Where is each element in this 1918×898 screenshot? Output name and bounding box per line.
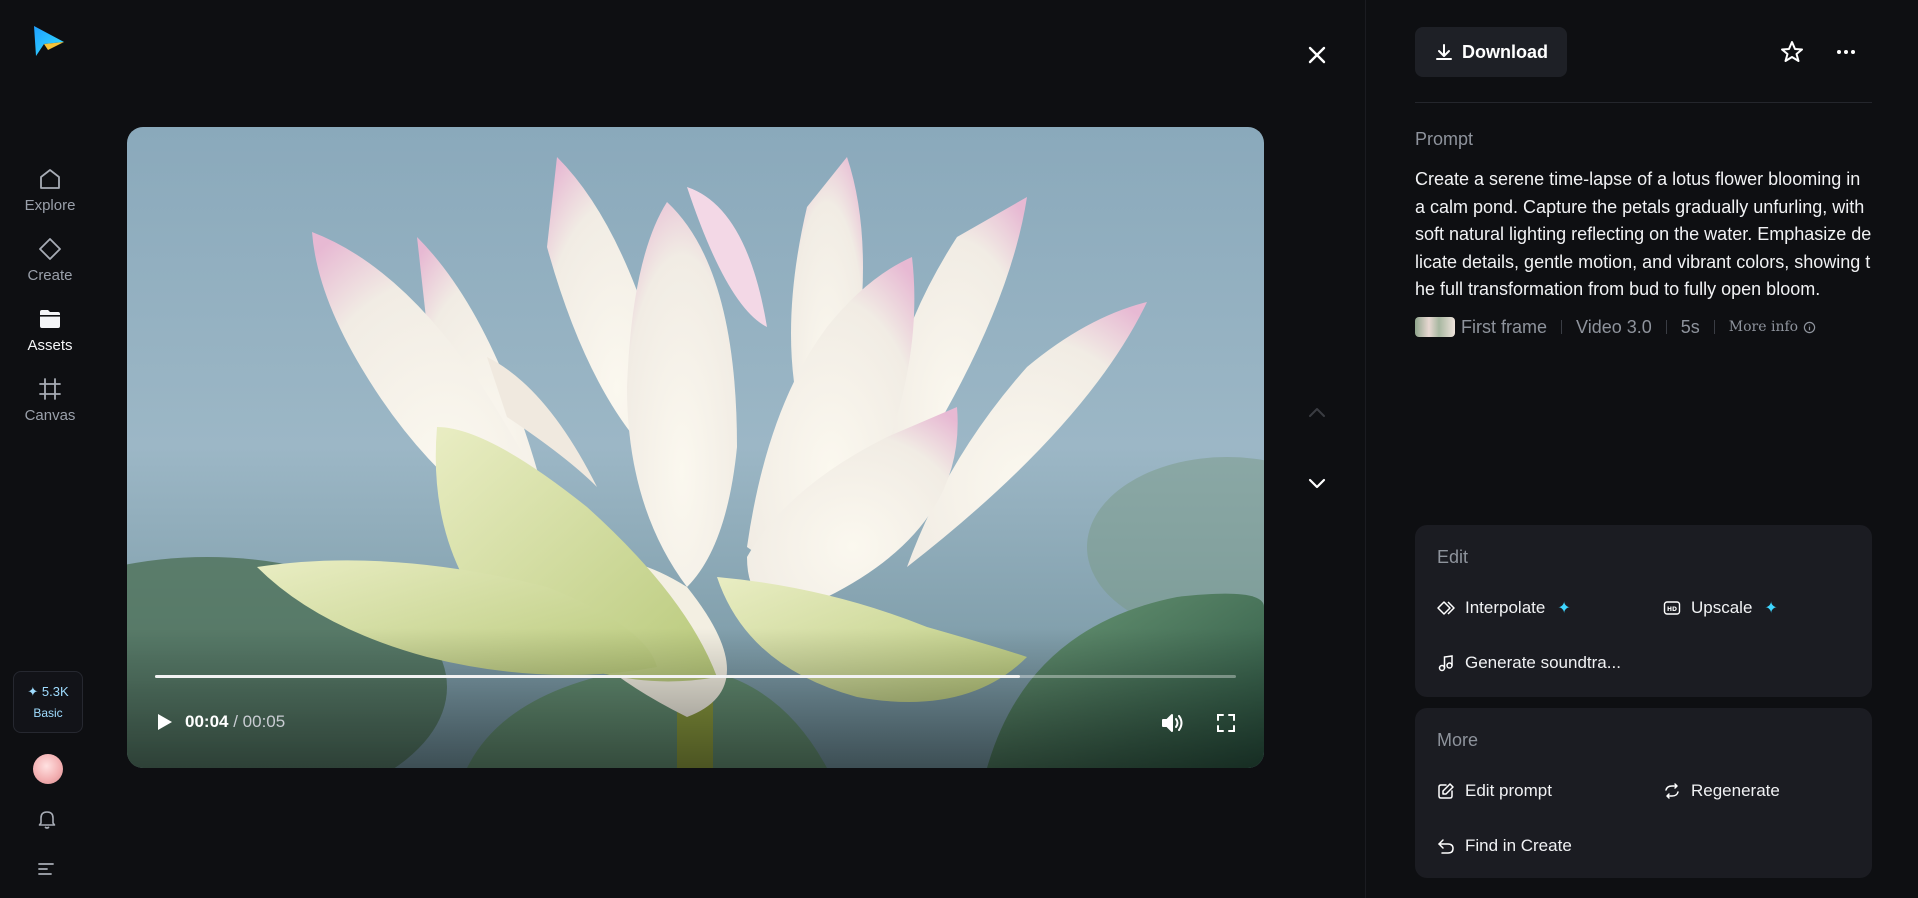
first-frame-label[interactable]: First frame — [1461, 317, 1547, 338]
generate-soundtrack-button[interactable]: Generate soundtra... — [1437, 650, 1621, 676]
edit-prompt-icon — [1438, 783, 1454, 799]
canvas-icon — [39, 378, 61, 400]
video-time: 00:04 / 00:05 — [185, 712, 285, 732]
controls-overlay — [127, 628, 1264, 768]
video-progress-bar[interactable] — [155, 675, 1236, 678]
download-label: Download — [1462, 41, 1548, 62]
music-note-icon — [1438, 655, 1453, 672]
return-arrow-icon — [1438, 839, 1454, 854]
sparkle-icon: ✦ — [1557, 600, 1571, 617]
video-player[interactable]: 00:04 / 00:05 — [127, 127, 1264, 768]
sidebar-item-create[interactable]: Create — [10, 236, 90, 296]
avatar[interactable] — [33, 754, 63, 784]
edit-prompt-button[interactable]: Edit prompt — [1437, 778, 1552, 804]
video-progress-fill — [155, 675, 1020, 678]
duration-label: 5s — [1680, 316, 1700, 337]
download-button[interactable]: Download — [1415, 27, 1567, 77]
find-in-create-label: Find in Create — [1465, 836, 1572, 855]
download-icon — [1436, 44, 1452, 60]
folder-icon — [40, 310, 60, 328]
regenerate-label: Regenerate — [1691, 781, 1780, 800]
sidebar-item-label: Explore — [24, 197, 76, 214]
upscale-label: Upscale — [1691, 598, 1753, 617]
info-icon — [1803, 321, 1816, 333]
more-info-label: More info — [1728, 319, 1799, 335]
play-icon[interactable] — [153, 711, 175, 733]
sidebar-item-explore[interactable]: Explore — [10, 166, 90, 226]
edit-card: Edit Interpolate ✦ HD Upscale ✦ Generate… — [1415, 525, 1872, 697]
bell-icon[interactable] — [36, 808, 58, 830]
meta-separator — [1713, 320, 1715, 334]
first-frame-thumbnail[interactable] — [1415, 317, 1455, 337]
plan-label: Basic — [33, 706, 63, 720]
panel-divider — [1365, 0, 1366, 898]
current-time: 00:04 — [185, 712, 229, 731]
app-logo[interactable] — [30, 24, 66, 60]
home-icon — [40, 169, 60, 189]
star-icon[interactable] — [1779, 39, 1805, 65]
find-in-create-button[interactable]: Find in Create — [1437, 833, 1572, 859]
diamond-icon — [39, 238, 61, 260]
menu-icon[interactable] — [36, 860, 58, 878]
interpolate-icon — [1437, 601, 1455, 615]
sidebar-item-assets[interactable]: Assets — [10, 306, 90, 366]
more-info-link[interactable]: More info — [1729, 319, 1816, 335]
interpolate-label: Interpolate — [1465, 598, 1546, 617]
interpolate-button[interactable]: Interpolate ✦ — [1437, 595, 1571, 621]
generation-meta: First frame Video 3.0 5s More info — [1415, 315, 1816, 339]
credits-amount: ✦ 5.3K — [27, 684, 69, 699]
more-title: More — [1437, 730, 1479, 750]
hd-icon: HD — [1663, 601, 1681, 615]
left-rail: Explore Create Assets Canvas ✦ 5.3K Basi… — [0, 0, 100, 898]
meta-separator — [1665, 320, 1667, 334]
credits-badge[interactable]: ✦ 5.3K Basic — [13, 671, 83, 733]
sidebar-item-label: Assets — [27, 337, 73, 354]
prompt-title: Prompt — [1415, 129, 1474, 149]
edit-title: Edit — [1437, 547, 1469, 567]
chevron-down-icon[interactable] — [1304, 470, 1330, 496]
sidebar-item-label: Create — [27, 267, 73, 284]
fullscreen-icon[interactable] — [1215, 712, 1237, 734]
upscale-button[interactable]: HD Upscale ✦ — [1663, 595, 1778, 621]
sidebar-item-label: Canvas — [24, 407, 76, 424]
sparkle-icon: ✦ — [1764, 600, 1778, 617]
regenerate-button[interactable]: Regenerate — [1663, 778, 1780, 804]
close-icon[interactable] — [1302, 40, 1332, 70]
meta-separator — [1561, 320, 1563, 334]
total-time: / 00:05 — [233, 712, 286, 731]
model-label: Video 3.0 — [1576, 316, 1652, 337]
sidebar-item-canvas[interactable]: Canvas — [10, 376, 90, 436]
svg-text:HD: HD — [1667, 606, 1677, 613]
more-card: More Edit prompt Regenerate Find in Crea… — [1415, 708, 1872, 878]
prompt-text: Create a serene time-lapse of a lotus fl… — [1415, 169, 1872, 299]
header-divider — [1415, 102, 1872, 103]
more-options-icon[interactable] — [1834, 40, 1858, 64]
generate-soundtrack-label: Generate soundtra... — [1465, 653, 1621, 672]
regenerate-icon — [1665, 783, 1679, 799]
edit-prompt-label: Edit prompt — [1465, 781, 1552, 800]
volume-icon[interactable] — [1159, 710, 1185, 736]
chevron-up-icon — [1309, 408, 1325, 417]
